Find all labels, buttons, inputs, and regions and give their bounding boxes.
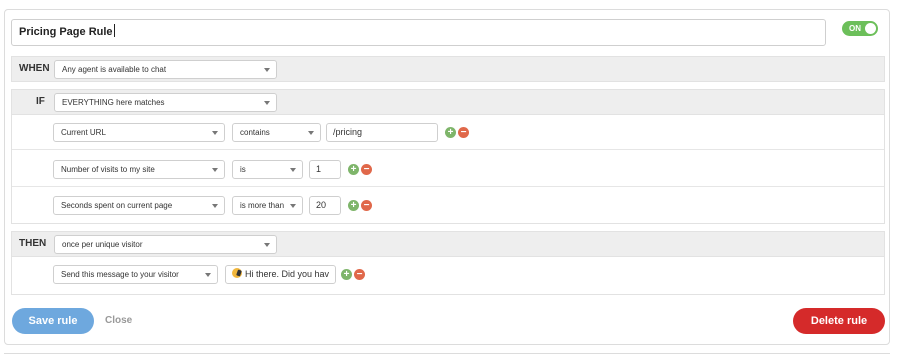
add-condition-icon[interactable]: + bbox=[348, 200, 359, 211]
chevron-down-icon bbox=[212, 131, 218, 135]
plus-glyph: + bbox=[350, 200, 357, 211]
condition-field-select[interactable]: Number of visits to my site bbox=[53, 160, 225, 179]
condition-field-value: Seconds spent on current page bbox=[61, 201, 173, 210]
condition-value-input[interactable]: 20 bbox=[309, 196, 341, 215]
row-divider bbox=[12, 186, 884, 187]
when-select[interactable]: Any agent is available to chat bbox=[54, 60, 277, 79]
rule-enabled-toggle[interactable]: ON bbox=[842, 21, 878, 36]
delete-rule-button[interactable]: Delete rule bbox=[793, 308, 885, 334]
remove-condition-icon[interactable]: − bbox=[361, 164, 372, 175]
condition-operator-value: is bbox=[240, 165, 246, 174]
condition-operator-value: is more than bbox=[240, 201, 285, 210]
when-select-value: Any agent is available to chat bbox=[62, 65, 167, 74]
add-condition-icon[interactable]: + bbox=[348, 164, 359, 175]
toggle-label: ON bbox=[849, 24, 861, 33]
condition-operator-select[interactable]: is bbox=[232, 160, 303, 179]
chevron-down-icon bbox=[308, 131, 314, 135]
minus-glyph: − bbox=[363, 200, 370, 211]
if-bar: IF EVERYTHING here matches bbox=[11, 89, 885, 115]
chevron-down-icon bbox=[205, 273, 211, 277]
remove-condition-icon[interactable]: − bbox=[458, 127, 469, 138]
rule-name-text: Pricing Page Rule bbox=[19, 26, 113, 38]
chevron-down-icon bbox=[264, 243, 270, 247]
condition-field-value: Number of visits to my site bbox=[61, 165, 155, 174]
condition-value-input[interactable]: 1 bbox=[309, 160, 341, 179]
if-label: IF bbox=[36, 96, 45, 107]
condition-field-value: Current URL bbox=[61, 128, 106, 137]
remove-action-icon[interactable]: − bbox=[354, 269, 365, 280]
when-label: WHEN bbox=[19, 63, 50, 74]
text-cursor bbox=[113, 24, 115, 37]
then-bar: THEN once per unique visitor bbox=[11, 231, 885, 257]
condition-operator-value: contains bbox=[240, 128, 270, 137]
chevron-down-icon bbox=[212, 204, 218, 208]
minus-glyph: − bbox=[460, 127, 467, 138]
chevron-down-icon bbox=[212, 168, 218, 172]
condition-operator-select[interactable]: is more than bbox=[232, 196, 303, 215]
when-bar: WHEN Any agent is available to chat bbox=[11, 56, 885, 82]
chevron-down-icon bbox=[264, 68, 270, 72]
if-match-select-value: EVERYTHING here matches bbox=[62, 98, 165, 107]
condition-value-input[interactable]: /pricing bbox=[326, 123, 438, 142]
chevron-down-icon bbox=[290, 168, 296, 172]
minus-glyph: − bbox=[356, 269, 363, 280]
close-link[interactable]: Close bbox=[105, 308, 132, 334]
action-type-select[interactable]: Send this message to your visitor bbox=[53, 265, 218, 284]
then-frequency-value: once per unique visitor bbox=[62, 240, 143, 249]
condition-field-select[interactable]: Current URL bbox=[53, 123, 225, 142]
row-divider bbox=[12, 149, 884, 150]
add-condition-icon[interactable]: + bbox=[445, 127, 456, 138]
condition-field-select[interactable]: Seconds spent on current page bbox=[53, 196, 225, 215]
then-frequency-select[interactable]: once per unique visitor bbox=[54, 235, 277, 254]
message-input[interactable]: Hi there. Did you hav bbox=[225, 265, 336, 284]
rule-name-input[interactable]: Pricing Page Rule bbox=[11, 19, 826, 46]
message-text: Hi there. Did you hav bbox=[245, 269, 330, 279]
plus-glyph: + bbox=[343, 269, 350, 280]
remove-condition-icon[interactable]: − bbox=[361, 200, 372, 211]
waving-hand-icon bbox=[232, 268, 242, 278]
chevron-down-icon bbox=[290, 204, 296, 208]
add-action-icon[interactable]: + bbox=[341, 269, 352, 280]
if-match-select[interactable]: EVERYTHING here matches bbox=[54, 93, 277, 112]
action-type-value: Send this message to your visitor bbox=[61, 270, 179, 279]
condition-operator-select[interactable]: contains bbox=[232, 123, 321, 142]
minus-glyph: − bbox=[363, 164, 370, 175]
condition-value-text: /pricing bbox=[333, 127, 363, 137]
save-rule-button[interactable]: Save rule bbox=[12, 308, 94, 334]
plus-glyph: + bbox=[447, 127, 454, 138]
condition-value-text: 20 bbox=[316, 200, 327, 210]
then-label: THEN bbox=[19, 238, 47, 249]
toggle-knob bbox=[865, 23, 876, 34]
plus-glyph: + bbox=[350, 164, 357, 175]
divider bbox=[4, 353, 890, 354]
chevron-down-icon bbox=[264, 101, 270, 105]
condition-value-text: 1 bbox=[316, 164, 322, 174]
